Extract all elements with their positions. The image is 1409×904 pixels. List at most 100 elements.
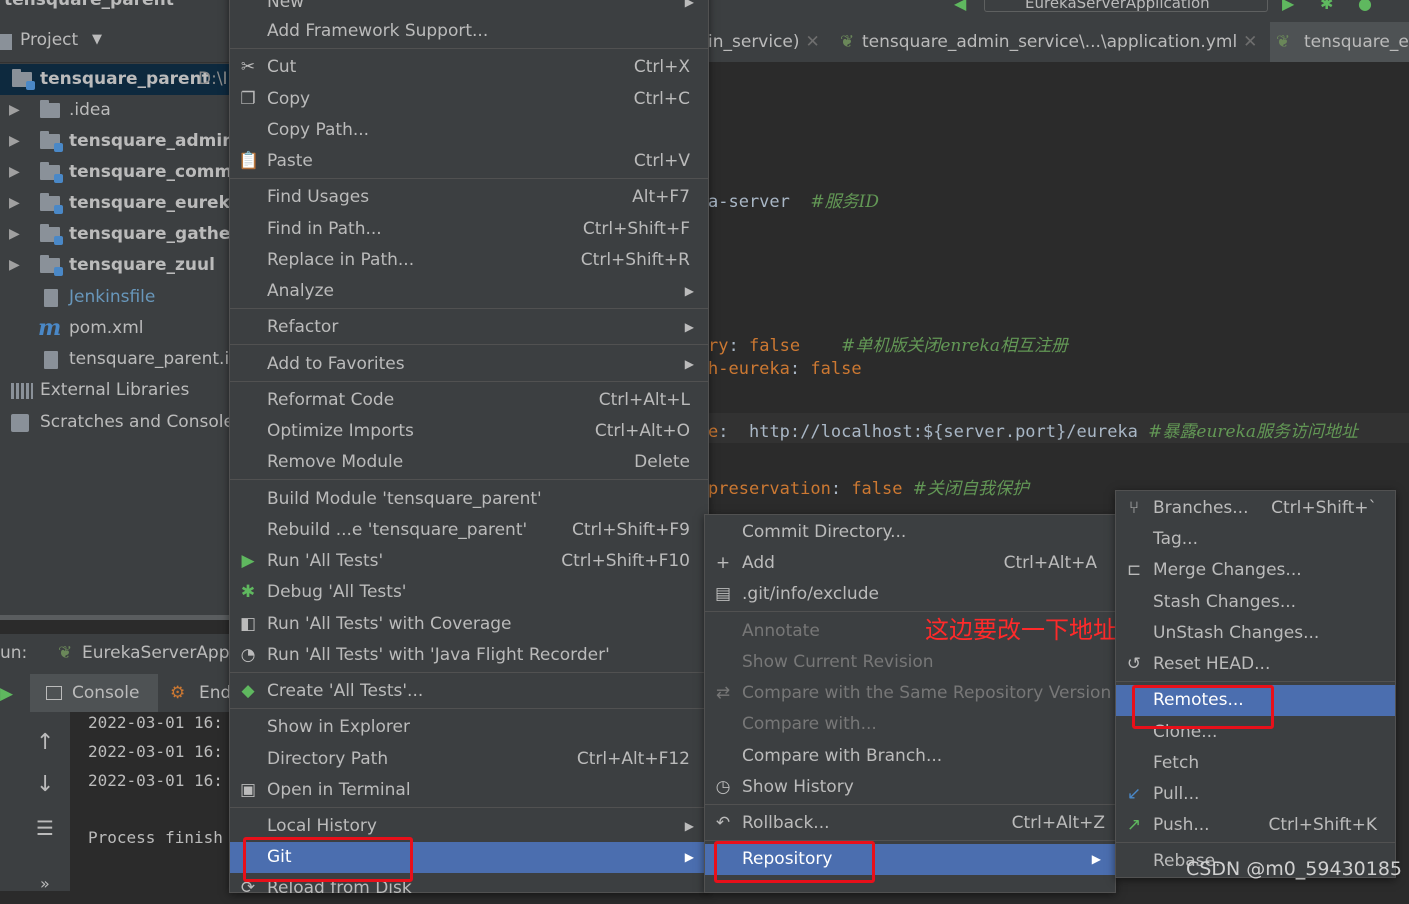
menu-item-build-module[interactable]: Build Module 'tensquare_parent' [230,484,708,515]
tree-item-pom[interactable]: m pom.xml [0,313,230,344]
menu-item-paste[interactable]: 📋 Paste Ctrl+V [230,146,708,177]
menu-item-show-current-revision[interactable]: Show Current Revision [705,647,1115,678]
arrow-up-icon[interactable]: ↑ [36,730,54,755]
coverage-icon[interactable]: ● [1358,0,1372,13]
chevron-down-icon[interactable]: ▼ [92,32,102,47]
menu-item-compare-with-branch[interactable]: Compare with Branch... [705,741,1115,772]
menu-shortcut: Ctrl+Alt+F12 [576,749,690,769]
run-config-selector[interactable]: EurekaServerApplication [984,0,1268,12]
menu-shortcut: Ctrl+Alt+A [1003,553,1097,573]
menu-item-cut[interactable]: ✂ Cut Ctrl+X [230,52,708,83]
editor-tab[interactable]: in_service) ✕ [708,22,820,62]
menu-item-commit-directory[interactable]: Commit Directory... [705,517,1115,548]
soft-wrap-icon[interactable]: ☰ [36,816,54,840]
menu-item-reformat-code[interactable]: Reformat Code Ctrl+Alt+L [230,385,708,416]
menu-item-add-framework[interactable]: Add Framework Support... [230,16,708,47]
menu-item-run-all-tests[interactable]: ▶ Run 'All Tests' Ctrl+Shift+F10 [230,546,708,577]
menu-label: Add to Favorites [267,354,405,374]
menu-item-show-history[interactable]: ◷ Show History [705,772,1115,803]
menu-item-compare-with[interactable]: Compare with... [705,709,1115,740]
menu-item-create-all-tests[interactable]: ◆ Create 'All Tests'... [230,676,708,707]
menu-item-directory-path[interactable]: Directory Path Ctrl+Alt+F12 [230,744,708,775]
menu-label: Copy [267,89,311,109]
menu-item-branches[interactable]: ⑂ Branches... Ctrl+Shift+` [1116,493,1395,524]
menu-item-fetch[interactable]: Fetch [1116,748,1395,779]
menu-item-stash-changes[interactable]: Stash Changes... [1116,587,1395,618]
menu-label: Debug 'All Tests' [267,582,407,602]
tree-item-external-libraries[interactable]: External Libraries [0,375,230,406]
tree-item-iml[interactable]: tensquare_parent.im [0,344,230,375]
menu-item-tag[interactable]: Tag... [1116,524,1395,555]
menu-item-open-in-terminal[interactable]: ▣ Open in Terminal [230,775,708,806]
folder-icon [40,100,60,118]
expand-arrow-icon[interactable]: ▶ [9,157,20,188]
create-config-icon: ◆ [241,681,255,701]
tree-item-common[interactable]: ▶ tensquare_commo [0,157,230,188]
menu-item-run-with-jfr[interactable]: ◔ Run 'All Tests' with 'Java Flight Recor… [230,640,708,671]
menu-item-add-to-favorites[interactable]: Add to Favorites ▶ [230,349,708,380]
menu-item-copy[interactable]: ❐ Copy Ctrl+C [230,84,708,115]
menu-item-reset-head[interactable]: ↺ Reset HEAD... [1116,649,1395,680]
tree-item-idea[interactable]: ▶ .idea [0,95,230,126]
menu-item-pull[interactable]: ↙ Pull... [1116,779,1395,810]
code-comment: #服务ID [810,192,879,212]
menu-item-add[interactable]: + Add Ctrl+Alt+A [705,548,1115,579]
menu-label: Push... [1153,815,1210,835]
tree-item-label: tensquare_eureka_ [69,193,230,213]
close-icon[interactable]: ✕ [1243,32,1257,52]
tab-console[interactable]: Console [30,674,158,712]
menu-item-merge-changes[interactable]: ⊏ Merge Changes... [1116,555,1395,586]
tree-item-scratches[interactable]: Scratches and Consoles [0,407,230,438]
tree-item-root[interactable]: tensquare_parent D:\I [0,64,230,95]
menu-item-unstash-changes[interactable]: UnStash Changes... [1116,618,1395,649]
editor-tab-active[interactable]: ❦ tensquare_eu [1270,22,1409,62]
tree-item-admin[interactable]: ▶ tensquare_admin_s [0,126,230,157]
menu-item-analyze[interactable]: Analyze ▶ [230,276,708,307]
menu-item-rebuild[interactable]: Rebuild ...e 'tensquare_parent' Ctrl+Shif… [230,515,708,546]
menu-item-git-exclude[interactable]: ▤ .git/info/exclude [705,579,1115,610]
run-config-tab[interactable]: EurekaServerAppli [82,643,239,663]
run-icon[interactable]: ▶ [1282,0,1294,13]
menu-label: Add Framework Support... [267,21,489,41]
editor-tab[interactable]: ❦ tensquare_admin_service\...\application… [840,22,1257,62]
chevron-left-icon[interactable]: ◀ [954,0,966,13]
expand-arrow-icon[interactable]: ▶ [9,126,20,157]
tab-endpoints[interactable]: End [199,683,231,703]
menu-item-refactor[interactable]: Refactor ▶ [230,312,708,343]
menu-item-compare-same-repo[interactable]: ⇄ Compare with the Same Repository Versio… [705,678,1115,709]
menu-item-show-in-explorer[interactable]: Show in Explorer [230,712,708,743]
menu-item-push[interactable]: ↗ Push... Ctrl+Shift+K [1116,810,1395,841]
expand-arrow-icon[interactable]: ▶ [9,219,20,250]
menu-item-remove-module[interactable]: Remove Module Delete [230,447,708,478]
debug-icon[interactable]: ✱ [1320,0,1333,13]
menu-item-optimize-imports[interactable]: Optimize Imports Ctrl+Alt+O [230,416,708,447]
tree-item-jenkinsfile[interactable]: Jenkinsfile [0,282,230,313]
menu-item-copy-path[interactable]: Copy Path... [230,115,708,146]
menu-item-replace-in-path[interactable]: Replace in Path... Ctrl+Shift+R [230,245,708,276]
menu-item-debug-all-tests[interactable]: ✱ Debug 'All Tests' [230,577,708,608]
menu-label: Run 'All Tests' with Coverage [267,614,512,634]
pull-icon: ↙ [1126,784,1142,804]
expand-more-icon[interactable]: » [40,874,50,893]
rerun-icon[interactable]: ▶ [0,684,13,704]
project-header[interactable]: Project ▼ [0,22,230,63]
tab-label: in_service) [708,32,800,52]
menu-shortcut: Ctrl+Shift+R [580,250,690,270]
menu-item-rollback[interactable]: ↶ Rollback... Ctrl+Alt+Z [705,808,1115,839]
submenu-arrow-icon: ▶ [684,320,694,334]
cut-icon: ✂ [240,57,256,77]
tree-item-gathering[interactable]: ▶ tensquare_gatherin [0,219,230,250]
expand-arrow-icon[interactable]: ▶ [9,250,20,281]
expand-arrow-icon[interactable]: ▶ [9,188,20,219]
expand-arrow-icon[interactable]: ▶ [9,95,20,126]
close-icon[interactable]: ✕ [806,32,820,52]
project-view-label[interactable]: Project [20,30,78,50]
menu-item-find-in-path[interactable]: Find in Path... Ctrl+Shift+F [230,214,708,245]
menu-item-find-usages[interactable]: Find Usages Alt+F7 [230,182,708,213]
arrow-down-icon[interactable]: ↓ [36,772,54,797]
menu-item-run-with-coverage[interactable]: ◧ Run 'All Tests' with Coverage [230,609,708,640]
tree-item-label: Jenkinsfile [69,287,156,307]
tree-item-zuul[interactable]: ▶ tensquare_zuul [0,250,230,281]
tree-item-eureka[interactable]: ▶ tensquare_eureka_ [0,188,230,219]
menu-label: Stash Changes... [1153,592,1297,612]
